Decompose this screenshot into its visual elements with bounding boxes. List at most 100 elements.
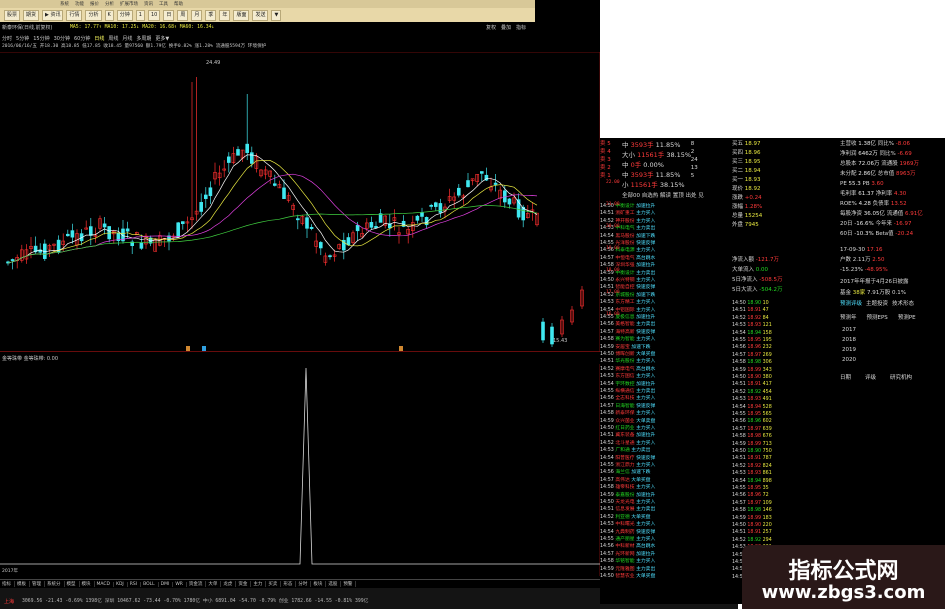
tick-row[interactable]: 14:59 泰嘉股份 加速拉升 bbox=[600, 492, 730, 499]
tick-row[interactable]: 14:55 浙江鼎力 主力买入 bbox=[600, 462, 730, 469]
period-tab-5[interactable]: 日线 bbox=[94, 35, 104, 42]
bottom-tab-2[interactable]: 管理 bbox=[32, 581, 45, 587]
toolbar-button-7[interactable]: 1 bbox=[135, 9, 145, 21]
menu-item-4[interactable]: 扩展市场 bbox=[120, 1, 138, 7]
bottom-tab-1[interactable]: 模板 bbox=[17, 581, 30, 587]
tick-row[interactable]: 14:50 天龙光电 主力买入 bbox=[600, 499, 730, 506]
tick-row[interactable]: 14:51 浙矿重工 主力买入 bbox=[600, 210, 730, 217]
tick-row[interactable]: 14:59 元隆雅图 主力卖出 bbox=[600, 566, 730, 573]
tick-row[interactable]: 14:51 冀东装备 加速拉升 bbox=[600, 432, 730, 439]
tick-row[interactable]: 14:51 华光股份 主力买入 bbox=[600, 358, 730, 365]
tick-row[interactable]: 14:53 东方精工 主力买入 bbox=[600, 299, 730, 306]
toolbar-button-12[interactable]: 季 bbox=[205, 9, 217, 21]
tick-row[interactable]: 14:53 中科曙光 主力买入 bbox=[600, 521, 730, 528]
chart-button-2[interactable]: 指标 bbox=[516, 24, 526, 31]
tick-row[interactable]: 14:50 博晖创新 大单买盘 bbox=[600, 351, 730, 358]
toolbar-button-13[interactable]: 年 bbox=[219, 9, 231, 21]
toolbar-button-4[interactable]: 分析 bbox=[85, 9, 102, 21]
bottom-tab-6[interactable]: MACD bbox=[97, 581, 114, 587]
flow-summary-note[interactable]: 全部00 自选热 解读 置顶 出处 见 bbox=[622, 192, 704, 200]
tick-row[interactable]: 14:57 光环新网 加速拉升 bbox=[600, 551, 730, 558]
toolbar-button-3[interactable]: 行情 bbox=[66, 9, 83, 21]
toolbar-button-8[interactable]: 10 bbox=[147, 9, 161, 21]
chart-button-0[interactable]: 复权 bbox=[486, 24, 496, 31]
bottom-tab-16[interactable]: 主力 bbox=[253, 581, 267, 587]
tick-row[interactable]: 14:55 纵横通信 主力卖出 bbox=[600, 388, 730, 395]
tick-row[interactable]: 14:57 中恒电气 高台跳水 bbox=[600, 255, 730, 262]
tick-row[interactable]: 14:52 北斗星通 主力买入 bbox=[600, 440, 730, 447]
tick-row[interactable]: 14:56 全志科技 主力买入 bbox=[600, 395, 730, 402]
bottom-tab-4[interactable]: 模型 bbox=[67, 581, 80, 587]
tick-row[interactable]: 14:51 信息发展 主力卖出 bbox=[600, 506, 730, 513]
tick-row[interactable]: 14:58 赛为智能 主力买入 bbox=[600, 336, 730, 343]
menu-item-0[interactable]: 系统 bbox=[60, 1, 69, 7]
bottom-tab-15[interactable]: 资金 bbox=[238, 581, 252, 587]
toolbar-button-5[interactable]: K bbox=[104, 9, 114, 21]
bottom-tab-7[interactable]: KDJ bbox=[116, 581, 128, 587]
toolbar-button-15[interactable]: 发送 bbox=[252, 9, 269, 21]
period-tab-9[interactable]: 更多▼ bbox=[155, 35, 169, 42]
menu-item-7[interactable]: 帮助 bbox=[174, 1, 183, 7]
period-tab-8[interactable]: 多周期 bbox=[136, 35, 151, 42]
tick-row[interactable]: 14:56 海兰信 加速下跌 bbox=[600, 469, 730, 476]
fundamentals-tab-1[interactable]: 主题投资 bbox=[866, 300, 888, 308]
toolbar-button-2[interactable]: ▶ 资讯 bbox=[42, 9, 64, 21]
menu-item-1[interactable]: 功能 bbox=[75, 1, 84, 7]
toolbar-button-9[interactable]: 日 bbox=[163, 9, 175, 21]
tick-row[interactable]: 14:55 通产丽星 主力买入 bbox=[600, 536, 730, 543]
period-tab-0[interactable]: 分时 bbox=[2, 35, 12, 42]
toolbar-button-10[interactable]: 周 bbox=[177, 9, 189, 21]
tick-row[interactable]: 14:57 高伟达 大单买盘 bbox=[600, 477, 730, 484]
bottom-tab-10[interactable]: DMI bbox=[161, 581, 174, 587]
tick-row[interactable]: 14:54 宇环数控 加速拉升 bbox=[600, 381, 730, 388]
fund-bottom-tab-0[interactable]: 日期 bbox=[840, 374, 851, 382]
fundamentals-tab-2[interactable]: 技术形态 bbox=[892, 300, 914, 308]
fund-bottom-tab-1[interactable]: 评级 bbox=[865, 374, 876, 382]
bottom-tab-14[interactable]: 龙虎 bbox=[223, 581, 237, 587]
bottom-tab-12[interactable]: 资金流 bbox=[189, 581, 207, 587]
bottom-tab-0[interactable]: 指标 bbox=[2, 581, 15, 587]
bottom-tab-8[interactable]: RSI bbox=[130, 581, 142, 587]
tick-row[interactable]: 14:53 东方国信 主力买入 bbox=[600, 373, 730, 380]
period-tab-3[interactable]: 30分钟 bbox=[54, 35, 70, 42]
bottom-tab-11[interactable]: WR bbox=[175, 581, 187, 587]
bottom-tab-20[interactable]: 板块 bbox=[313, 581, 327, 587]
tick-row[interactable]: 14:58 新泰环保 主力买入 bbox=[600, 410, 730, 417]
indicator-chart[interactable]: 1.000.900.800.700.600.500.400.300.200.10… bbox=[0, 364, 600, 576]
chart-button-1[interactable]: 叠加 bbox=[501, 24, 511, 31]
menu-item-3[interactable]: 分析 bbox=[105, 1, 114, 7]
bottom-tab-13[interactable]: 大单 bbox=[208, 581, 222, 587]
tick-row[interactable]: 14:59 安居宝 加速下跌 bbox=[600, 344, 730, 351]
tick-row[interactable]: 14:53 广和通 主力卖出 bbox=[600, 447, 730, 454]
tick-row[interactable]: 14:54 阳普医疗 快速反弹 bbox=[600, 455, 730, 462]
tick-row[interactable]: 14:50 永兴特钢 主力买入 bbox=[600, 277, 730, 284]
toolbar-button-14[interactable]: 版面 bbox=[233, 9, 250, 21]
bottom-tab-21[interactable]: 选股 bbox=[328, 581, 342, 587]
menu-item-6[interactable]: 工具 bbox=[159, 1, 168, 7]
bottom-tab-18[interactable]: 形态 bbox=[283, 581, 297, 587]
menu-item-5[interactable]: 资讯 bbox=[144, 1, 153, 7]
tick-row[interactable]: 14:59 众兴菌业 大单卖盘 bbox=[600, 418, 730, 425]
toolbar-button-0[interactable]: 股票 bbox=[4, 9, 21, 21]
event-marker[interactable] bbox=[399, 346, 403, 351]
toolbar-button-11[interactable]: 月 bbox=[191, 9, 203, 21]
tick-row[interactable]: 14:58 雄帝科技 主力买入 bbox=[600, 484, 730, 491]
tick-row[interactable]: 14:52 赛摩电气 高台跳水 bbox=[600, 366, 730, 373]
tick-row[interactable]: 14:52 利亚德 大单买盘 bbox=[600, 514, 730, 521]
event-marker[interactable] bbox=[202, 346, 206, 351]
tick-row[interactable]: 14:57 日海智能 快速反弹 bbox=[600, 403, 730, 410]
event-marker[interactable] bbox=[186, 346, 190, 351]
toolbar-button-1[interactable]: 期货 bbox=[23, 9, 40, 21]
tick-row[interactable]: 14:57 海特高新 快速反弹 bbox=[600, 329, 730, 336]
bottom-tab-19[interactable]: 分时 bbox=[298, 581, 312, 587]
tick-row[interactable]: 14:50 智慧农业 大单买盘 bbox=[600, 573, 730, 580]
tick-row[interactable]: 14:54 黑马股份 加速下跌 bbox=[600, 233, 730, 240]
toolbar-button-16[interactable]: ▼ bbox=[271, 9, 282, 21]
menu-item-2[interactable]: 报价 bbox=[90, 1, 99, 7]
fundamentals-tab-0[interactable]: 预测评级 bbox=[840, 300, 862, 308]
tick-row[interactable]: 14:54 九典制药 快速反弹 bbox=[600, 529, 730, 536]
bottom-tab-22[interactable]: 预警 bbox=[343, 581, 357, 587]
tick-row[interactable]: 14:58 华铭智能 主力买入 bbox=[600, 558, 730, 565]
candlestick-chart[interactable]: 24.49 15.43 bbox=[0, 52, 600, 352]
period-tab-7[interactable]: 月线 bbox=[122, 35, 132, 42]
